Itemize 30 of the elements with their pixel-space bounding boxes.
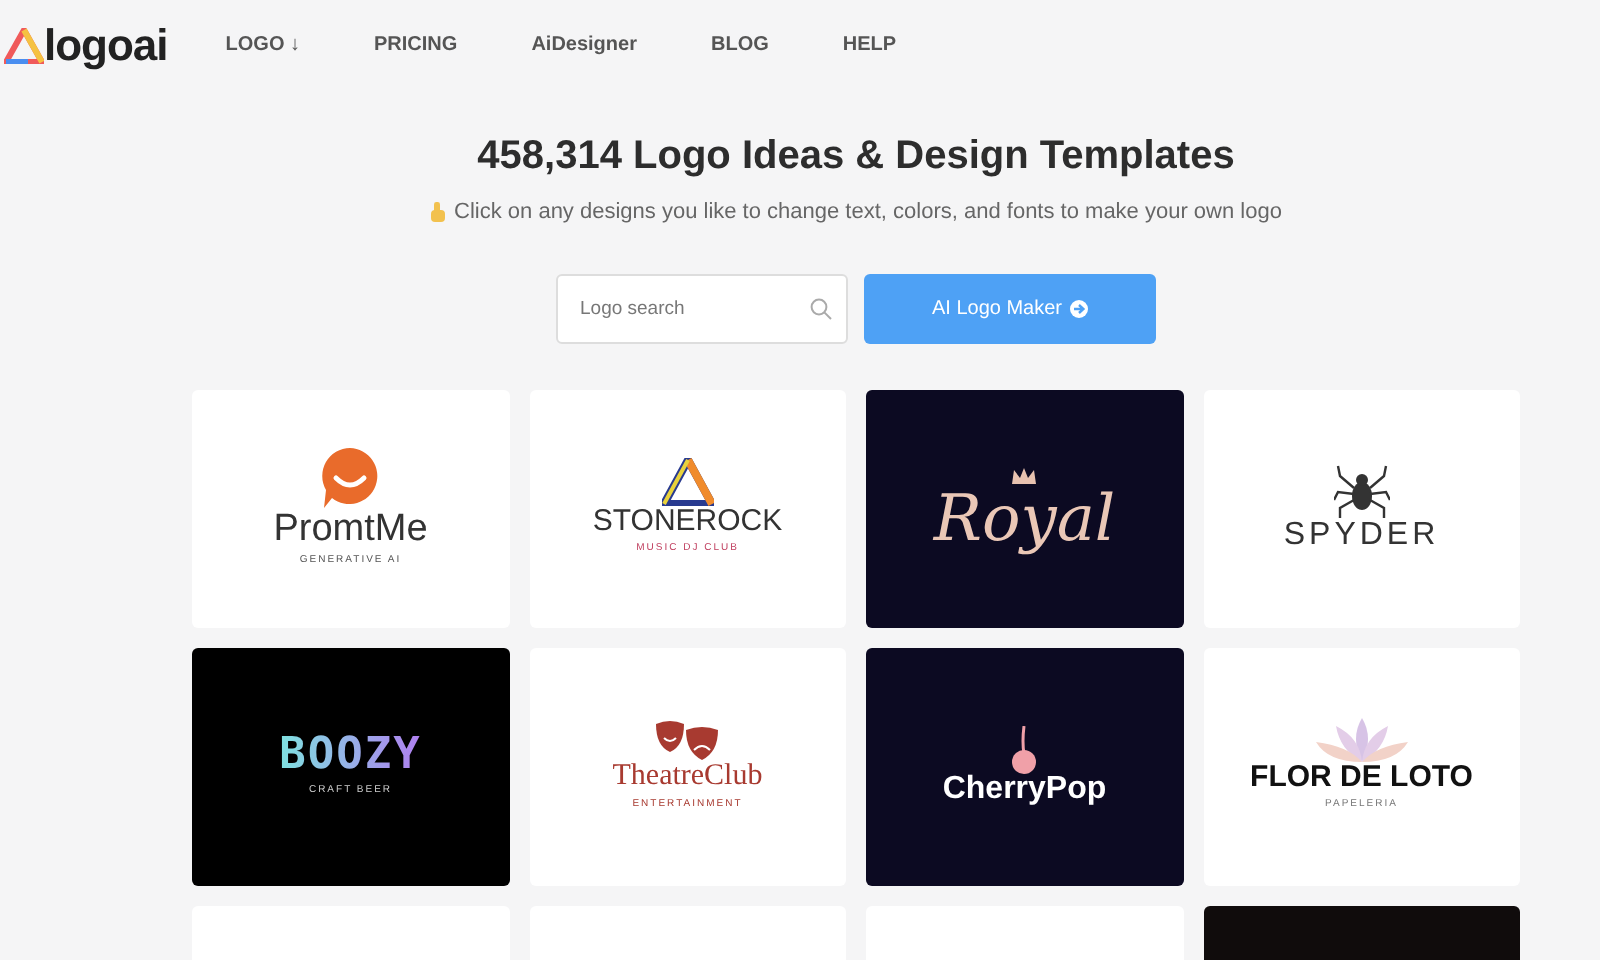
brand-logo[interactable]: logoai [44, 12, 168, 78]
logo-name: SPYDER [1283, 520, 1440, 552]
search-icon [810, 297, 832, 319]
spider-icon [1333, 464, 1390, 520]
triangle-emblem-icon [661, 458, 714, 507]
theatre-masks-icon [651, 718, 724, 763]
logo-template-card[interactable]: CherryPop [866, 647, 1183, 885]
speech-bubble-icon [320, 446, 381, 511]
cherry-icon [1010, 726, 1039, 774]
triangle-logo-icon [4, 27, 44, 63]
logo-template-card[interactable]: Royal [866, 389, 1183, 627]
nav-link[interactable]: AiDesigner [531, 30, 637, 60]
subtitle-text: Click on any designs you like to change text, colors, and fonts to make your own logo [454, 198, 1282, 228]
lotus-flower-icon [1311, 718, 1412, 763]
search-field[interactable]: Logo search [556, 273, 848, 343]
nav-link[interactable]: PRICING [374, 30, 458, 60]
nav-link[interactable]: HELP [842, 30, 897, 60]
pointing-hand-icon [430, 201, 447, 224]
nav-link[interactable]: BLOG [710, 30, 769, 60]
logo-name: STONEROCK [592, 506, 783, 537]
logo-name: TheatreClub [612, 762, 763, 793]
logo-name: CherryPop [942, 774, 1107, 806]
page-title: 458,314 Logo Ideas & Design Templates [475, 132, 1237, 180]
logo-name: PromtMe [273, 510, 428, 549]
logo-template-card[interactable]: SPYDER [1203, 389, 1520, 627]
crown-icon [1010, 466, 1039, 486]
nav-link[interactable]: LOGO ↓ [225, 30, 301, 60]
logo-name: Royal [933, 486, 1116, 550]
logo-name: FLOR DE LOTO [1250, 762, 1473, 793]
arrow-circle-icon [1070, 299, 1089, 317]
